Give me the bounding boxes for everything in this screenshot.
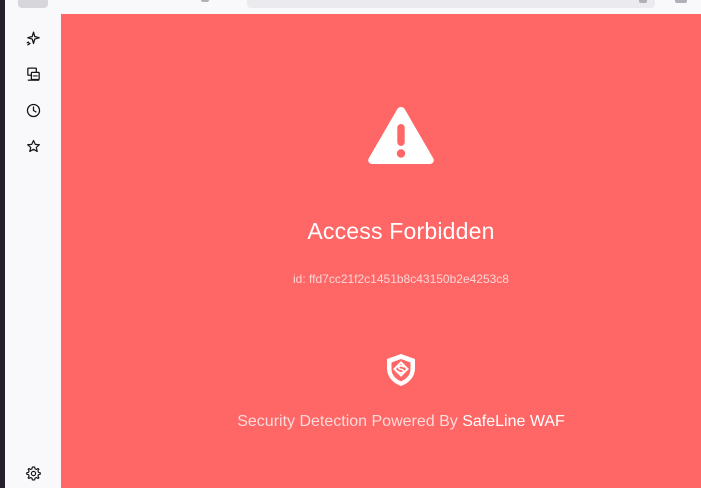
- event-id: id: ffd7cc21f2c1451b8c43150b2e4253c8: [293, 272, 509, 286]
- sparkle-icon: [26, 30, 40, 46]
- sidebar-synced-tabs-button[interactable]: [21, 62, 45, 86]
- gear-icon: [25, 465, 41, 481]
- sidebar-history-button[interactable]: [21, 98, 45, 122]
- powered-by-text: Security Detection Powered By: [237, 413, 458, 430]
- url-bar[interactable]: ( ) . . ( )( ): [247, 0, 655, 8]
- safeline-waf-link[interactable]: SafeLine WAF: [462, 413, 565, 430]
- toolbar-button[interactable]: [201, 0, 209, 2]
- waf-block-page: Access Forbidden id: ffd7cc21f2c1451b8c4…: [61, 14, 701, 488]
- synced-tabs-icon: [26, 66, 40, 81]
- browser-sidebar: [5, 0, 61, 488]
- bookmark-star-icon: [26, 139, 40, 152]
- powered-by-line: Security Detection Powered By SafeLine W…: [61, 412, 701, 432]
- browser-toolbar: ( ) . . ( )( ): [61, 0, 701, 14]
- sidebar-ai-chatbot-button[interactable]: [21, 26, 45, 50]
- extensions-icon[interactable]: [639, 0, 647, 3]
- history-clock-icon: [26, 103, 40, 117]
- browser-window: ( ) . . ( )( ) Access Forbidden id: ffd7…: [0, 0, 701, 488]
- sidebar-settings-button[interactable]: [21, 461, 45, 485]
- menu-icon[interactable]: [675, 0, 687, 3]
- sidebar-top-button[interactable]: [18, 0, 48, 8]
- page-title: Access Forbidden: [307, 218, 495, 244]
- warning-triangle-icon: [368, 107, 434, 164]
- sidebar-bookmarks-button[interactable]: [21, 134, 45, 158]
- safeline-shield-icon: [387, 354, 415, 386]
